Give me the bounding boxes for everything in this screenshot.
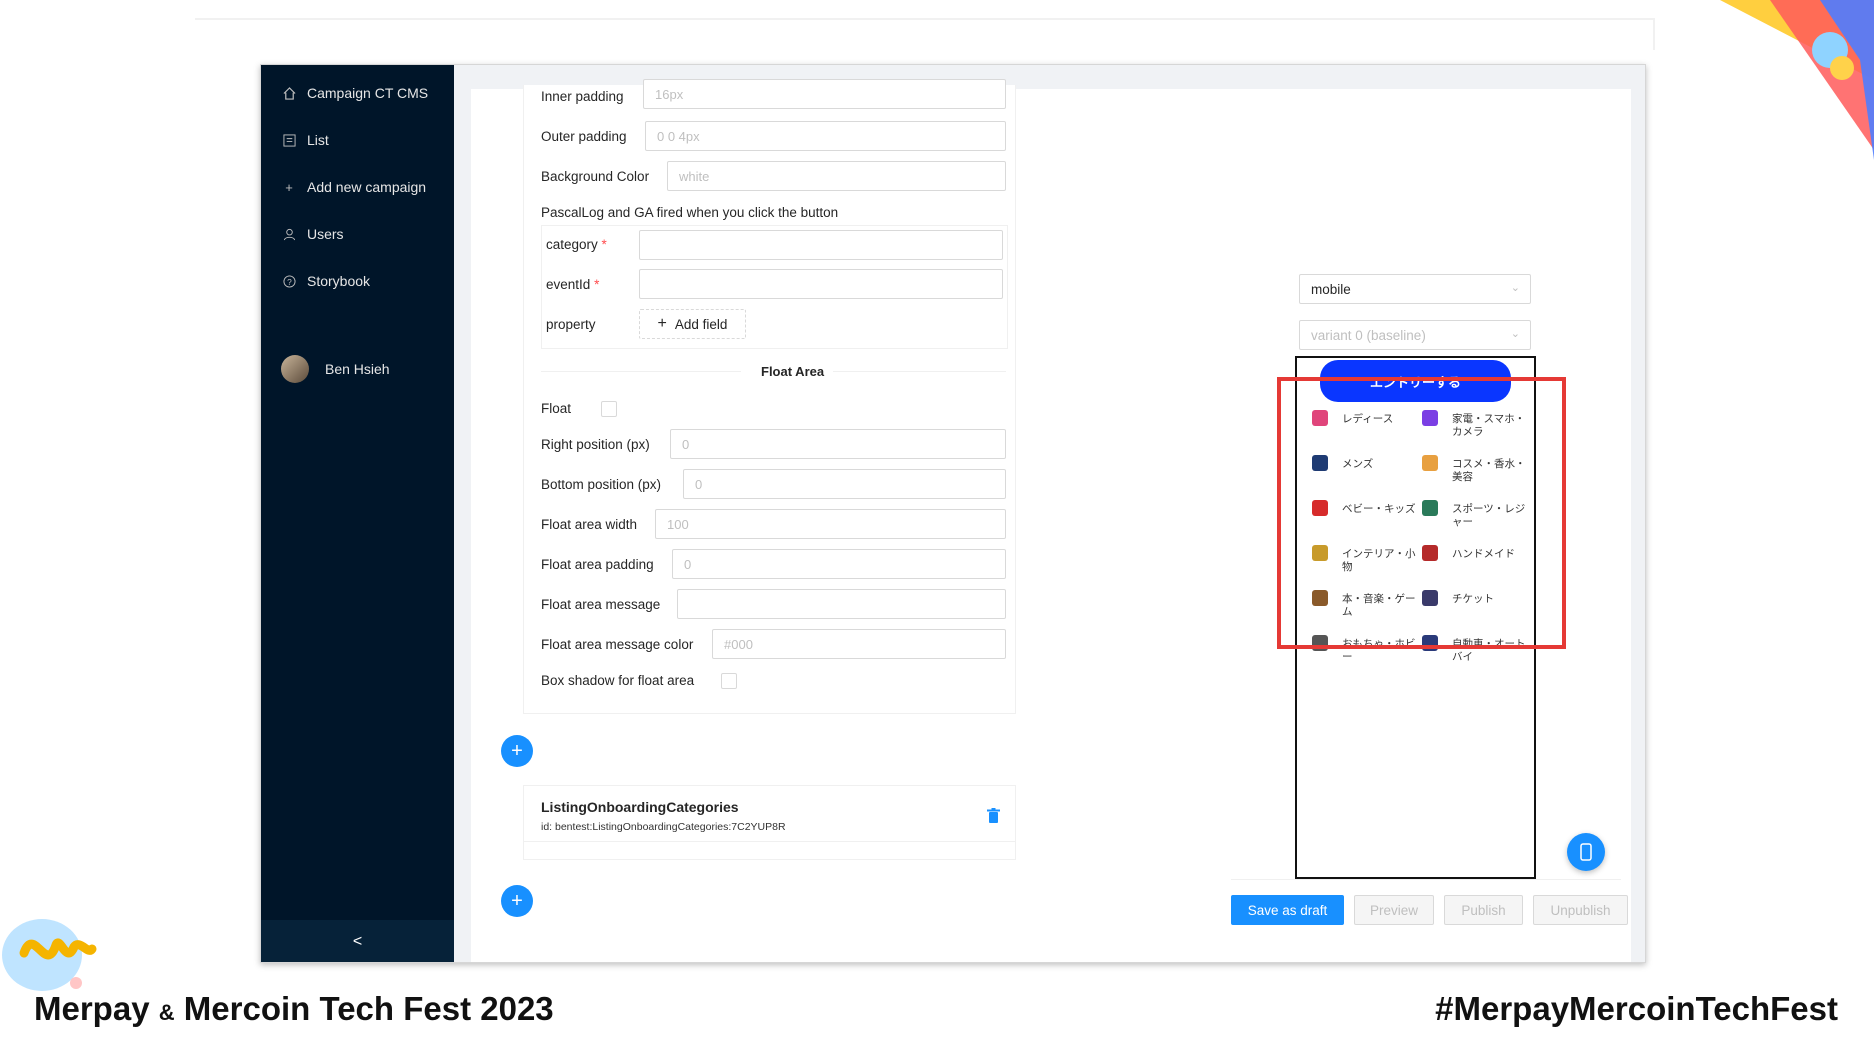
component-id: id: bentest:ListingOnboardingCategories:… [541,821,786,833]
float-checkbox[interactable] [601,401,617,417]
variant-select-value: variant 0 (baseline) [1311,327,1426,343]
unpublish-button[interactable]: Unpublish [1533,895,1628,925]
property-label: property [546,317,596,332]
background-color-label: Background Color [541,169,650,184]
chevron-down-icon: ⌄ [1510,328,1520,340]
float-area-divider-left [541,371,741,372]
sidebar-item-list[interactable]: List [281,128,329,152]
plus-icon: + [657,315,667,332]
chevron-left-icon: < [352,933,363,950]
float-label: Float [541,401,572,416]
category-label: category * [546,237,607,252]
event-title-amp: & [158,1000,175,1025]
float-area-width-input[interactable]: 100 [655,509,1006,539]
user-name: Ben Hsieh [325,361,390,377]
float-area-padding-input[interactable]: 0 [672,549,1006,579]
mobile-icon [1580,843,1592,861]
home-icon [281,85,297,101]
float-area-message-color-input[interactable]: #000 [712,629,1006,659]
float-area-title: Float Area [761,364,825,379]
actions-divider [1231,879,1621,880]
corner-decoration-icon [1720,0,1874,160]
outer-padding-input[interactable]: 0 0 4px [645,121,1006,151]
slide-top-rule [195,18,1655,20]
float-area-padding-label: Float area padding [541,557,654,572]
add-field-button[interactable]: + Add field [639,309,746,339]
sidebar-item-users[interactable]: Users [281,222,344,246]
save-draft-button[interactable]: Save as draft [1231,895,1344,925]
inner-padding-label: Inner padding [541,89,624,104]
pascal-caption: PascalLog and GA fired when you click th… [541,205,839,220]
sidebar: Campaign CT CMS List + Add new campaign … [261,65,454,962]
mobile-preview-toggle-button[interactable] [1567,833,1605,871]
eventid-label: eventId * [546,277,600,292]
required-mark: * [601,237,607,252]
right-position-input[interactable]: 0 [670,429,1006,459]
sidebar-item-label: Storybook [307,273,371,289]
event-title-part2: Mercoin Tech Fest 2023 [183,990,554,1027]
avatar [281,355,309,383]
outer-padding-label: Outer padding [541,129,627,144]
sidebar-item-label: Add new campaign [307,179,427,195]
sidebar-item-label: Users [307,226,344,242]
component-title: ListingOnboardingCategories [541,799,739,815]
mascot-decoration-icon [2,919,97,991]
required-mark: * [594,277,600,292]
user-profile[interactable]: Ben Hsieh [281,355,390,383]
preview-button[interactable]: Preview [1354,895,1434,925]
add-field-label: Add field [674,316,728,332]
inner-padding-input[interactable]: 16px [643,79,1006,109]
publish-button[interactable]: Publish [1444,895,1523,925]
highlight-box [1277,377,1566,649]
sidebar-item-add-new-campaign[interactable]: + Add new campaign [281,175,426,199]
float-area-divider-right [833,371,1006,372]
eventid-input[interactable] [639,269,1003,299]
add-component-button[interactable]: + [501,885,533,917]
bottom-position-input[interactable]: 0 [683,469,1006,499]
sidebar-item-storybook[interactable]: ? Storybook [281,269,370,293]
chevron-down-icon: ⌄ [1510,282,1520,294]
slide-top-rule-end [1653,18,1655,50]
category-input[interactable] [639,230,1003,260]
sidebar-item-campaign-ct-cms[interactable]: Campaign CT CMS [281,81,428,105]
add-component-button[interactable]: + [501,735,533,767]
sidebar-item-label: Campaign CT CMS [307,85,429,101]
user-icon [281,226,297,242]
list-icon [281,132,297,148]
trash-icon[interactable] [987,808,1000,823]
right-position-label: Right position (px) [541,437,650,452]
event-title: Merpay & Mercoin Tech Fest 2023 [34,990,554,1028]
plus-icon: + [511,890,523,912]
event-title-part1: Merpay [34,990,150,1027]
device-select-value: mobile [1311,281,1351,297]
box-shadow-checkbox[interactable] [721,673,737,689]
float-area-message-input[interactable] [677,589,1006,619]
question-circle-icon: ? [281,273,297,289]
plus-icon: + [511,740,523,762]
float-area-message-label: Float area message [541,597,661,612]
float-area-message-color-label: Float area message color [541,637,694,652]
device-select[interactable]: mobile ⌄ [1299,274,1531,304]
plus-icon: + [285,179,293,195]
variant-select[interactable]: variant 0 (baseline) ⌄ [1299,320,1531,350]
svg-text:?: ? [287,276,292,286]
box-shadow-label: Box shadow for float area [541,673,695,688]
sidebar-collapse-button[interactable]: < [261,920,454,962]
sidebar-item-label: List [307,132,329,148]
event-hashtag: #MerpayMercoinTechFest [1435,990,1838,1027]
background-color-input[interactable]: white [667,161,1006,191]
bottom-position-label: Bottom position (px) [541,477,662,492]
component-card-divider [523,841,1016,842]
float-area-width-label: Float area width [541,517,638,532]
